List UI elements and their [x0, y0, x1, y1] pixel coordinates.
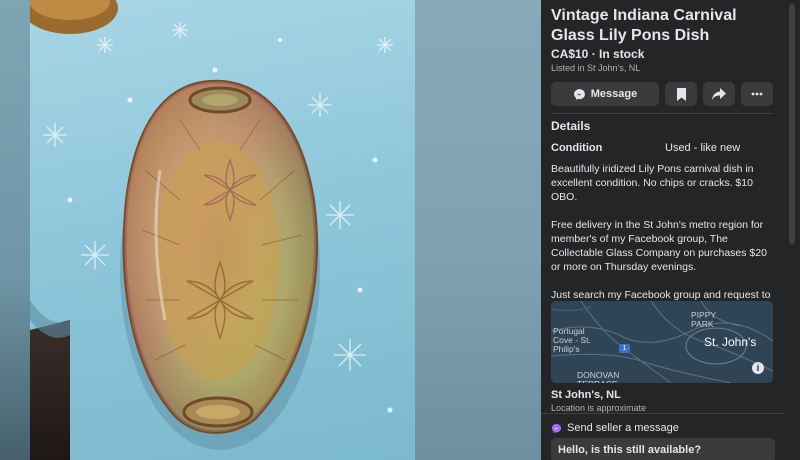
send-message-section: Send seller a message Hello, is this sti… — [541, 413, 784, 460]
listing-price-status: CA$10 · In stock — [551, 47, 645, 61]
photo-blur-right — [415, 0, 541, 460]
condition-label: Condition — [551, 142, 603, 154]
photo-blur-left — [0, 0, 30, 460]
location-map[interactable]: Portugal Cove - St. Philip's PIPPY PARK DON… — [551, 301, 773, 383]
save-button[interactable] — [665, 82, 697, 106]
route-badge: 1 — [619, 344, 630, 353]
listing-photo — [30, 0, 415, 460]
listing-title: Vintage Indiana Carnival Glass Lily Pons… — [551, 7, 737, 44]
scrollbar-thumb[interactable] — [789, 4, 795, 244]
description-paragraph: Beautifully iridized Lily Pons carnival … — [551, 163, 754, 203]
map-label-donovan: DONOVANTERRACE — [577, 370, 620, 384]
share-button[interactable] — [703, 82, 735, 106]
messenger-icon — [573, 88, 586, 101]
messenger-icon — [551, 421, 562, 439]
message-button-label: Message — [590, 88, 638, 100]
condition-value: Used - like new — [665, 142, 741, 154]
info-icon[interactable]: i — [752, 362, 764, 374]
description-paragraph: Free delivery in the St John's metro reg… — [551, 219, 767, 273]
message-button[interactable]: Message — [551, 82, 659, 106]
map-label-city: St. John's — [704, 335, 757, 349]
send-seller-message-label: Send seller a message — [567, 422, 679, 434]
listing-details-panel: Vintage Indiana Carnival Glass Lily Pons… — [541, 0, 784, 460]
section-divider — [551, 113, 773, 114]
details-heading: Details — [551, 119, 591, 133]
panel-scrollbar[interactable] — [784, 0, 800, 460]
photo-viewer[interactable] — [0, 0, 541, 460]
share-arrow-icon — [712, 88, 726, 100]
seller-message-input[interactable]: Hello, is this still available? — [551, 438, 775, 460]
carnival-glass-dish-image — [30, 0, 393, 460]
more-dots-icon — [751, 92, 763, 96]
map-label-pippy-park: PIPPY PARK — [691, 310, 717, 329]
map-city-name: St John's, NL — [551, 389, 621, 401]
location-approx-note: Location is approximate — [551, 403, 647, 413]
listed-location[interactable]: Listed in St John's, NL — [551, 63, 640, 73]
more-options-button[interactable] — [741, 82, 773, 106]
bookmark-icon — [676, 87, 687, 101]
map-label-portugal-cove: Portugal Cove - St. Philip's — [553, 326, 591, 354]
